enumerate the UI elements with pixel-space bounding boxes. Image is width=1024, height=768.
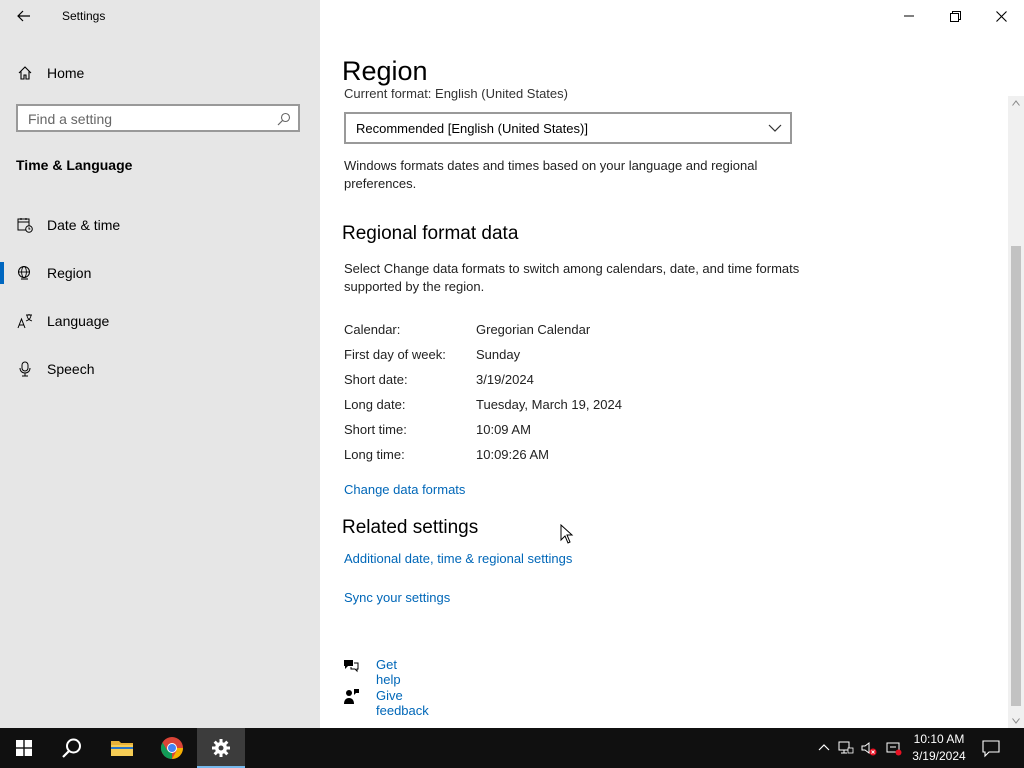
home-nav-item[interactable]: Home — [0, 58, 320, 88]
first-day-label: First day of week: — [344, 347, 446, 362]
sidebar-item-language[interactable]: Language — [0, 304, 320, 338]
network-icon[interactable] — [838, 740, 854, 756]
chevron-up-icon[interactable] — [816, 740, 832, 756]
minimize-button[interactable] — [886, 0, 932, 32]
get-help-label: Get help — [376, 657, 401, 687]
sidebar-item-label: Language — [47, 313, 110, 329]
section-title: Time & Language — [16, 157, 133, 173]
search-icon — [62, 738, 81, 758]
minimize-icon — [904, 15, 914, 17]
sidebar-item-region[interactable]: Region — [0, 256, 320, 290]
regional-description: Select Change data formats to switch amo… — [344, 261, 800, 294]
search-placeholder: Find a setting — [28, 111, 113, 127]
clock-time: 10:10 AM — [913, 732, 965, 746]
app-title: Settings — [62, 9, 106, 23]
long-date-label: Long date: — [344, 397, 406, 412]
close-button[interactable] — [978, 0, 1024, 32]
long-time-value: 10:09:26 AM — [476, 447, 549, 462]
dropdown-value: Recommended [English (United States)] — [356, 121, 588, 136]
language-icon — [17, 314, 33, 329]
globe-icon — [18, 266, 30, 280]
short-date-value: 3/19/2024 — [476, 372, 534, 387]
scroll-down-button[interactable] — [1008, 714, 1024, 728]
short-time-value: 10:09 AM — [476, 422, 531, 437]
back-arrow-icon — [17, 10, 30, 22]
home-label: Home — [47, 65, 85, 81]
microphone-icon — [19, 361, 31, 377]
sidebar: Settings Home Find a setting Time & Lang… — [0, 0, 320, 728]
home-icon — [18, 66, 32, 80]
page-title: Region — [342, 56, 428, 86]
short-time-label: Short time: — [344, 422, 407, 437]
short-date-label: Short date: — [344, 372, 408, 387]
long-time-label: Long time: — [344, 447, 405, 462]
vertical-scrollbar[interactable] — [1008, 96, 1024, 728]
chevron-down-icon — [768, 124, 782, 132]
security-alert-icon[interactable] — [886, 740, 902, 756]
long-date-value: Tuesday, March 19, 2024 — [476, 397, 622, 412]
taskbar-clock[interactable]: 10:10 AM 3/19/2024 — [904, 731, 974, 765]
file-explorer-button[interactable] — [98, 728, 146, 768]
give-feedback-label: Give feedback — [376, 688, 429, 718]
chrome-button[interactable] — [148, 728, 196, 768]
change-data-formats-link[interactable]: Change data formats — [344, 482, 465, 497]
restore-icon — [949, 10, 961, 22]
settings-taskbar-button[interactable] — [197, 728, 245, 768]
restore-button[interactable] — [932, 0, 978, 32]
calendar-clock-icon — [17, 218, 33, 233]
caret-up-icon — [1012, 100, 1020, 106]
sidebar-item-date-time[interactable]: Date & time — [0, 208, 320, 242]
calendar-value: Gregorian Calendar — [476, 322, 591, 337]
related-settings-heading: Related settings — [342, 517, 479, 538]
regional-format-heading: Regional format data — [342, 223, 519, 244]
caret-down-icon — [1012, 718, 1020, 724]
sync-settings-link[interactable]: Sync your settings — [344, 590, 450, 605]
scroll-up-button[interactable] — [1008, 96, 1024, 110]
close-icon — [995, 10, 1007, 22]
feedback-person-icon — [344, 689, 359, 704]
format-description: Windows formats dates and times based on… — [344, 158, 758, 191]
help-chat-icon — [344, 660, 359, 673]
regional-format-dropdown[interactable]: Recommended [English (United States)] — [344, 112, 792, 144]
scroll-thumb[interactable] — [1011, 246, 1021, 706]
taskbar: 10:10 AM 3/19/2024 — [0, 728, 1024, 768]
current-format-label: Current format: English (United States) — [344, 86, 568, 101]
back-button[interactable] — [10, 4, 38, 28]
search-taskbar-button[interactable] — [48, 728, 96, 768]
main-content: Region Current format: English (United S… — [320, 0, 1024, 728]
folder-icon — [111, 741, 133, 756]
sidebar-item-speech[interactable]: Speech — [0, 352, 320, 386]
additional-regional-settings-link[interactable]: Additional date, time & regional setting… — [344, 551, 572, 566]
sidebar-item-label: Date & time — [47, 217, 121, 233]
start-button[interactable] — [0, 728, 48, 768]
chrome-icon — [161, 737, 183, 759]
search-icon — [277, 112, 291, 126]
gear-icon — [212, 739, 230, 757]
volume-muted-icon[interactable] — [861, 740, 877, 756]
calendar-label: Calendar: — [344, 322, 401, 337]
windows-logo-icon — [16, 740, 32, 756]
first-day-value: Sunday — [476, 347, 521, 362]
clock-date: 3/19/2024 — [912, 749, 966, 763]
sidebar-item-label: Region — [47, 265, 92, 281]
sidebar-item-label: Speech — [47, 361, 95, 377]
search-input[interactable]: Find a setting — [16, 104, 300, 132]
mouse-cursor-icon — [560, 524, 574, 544]
action-center-icon[interactable] — [980, 738, 1002, 758]
